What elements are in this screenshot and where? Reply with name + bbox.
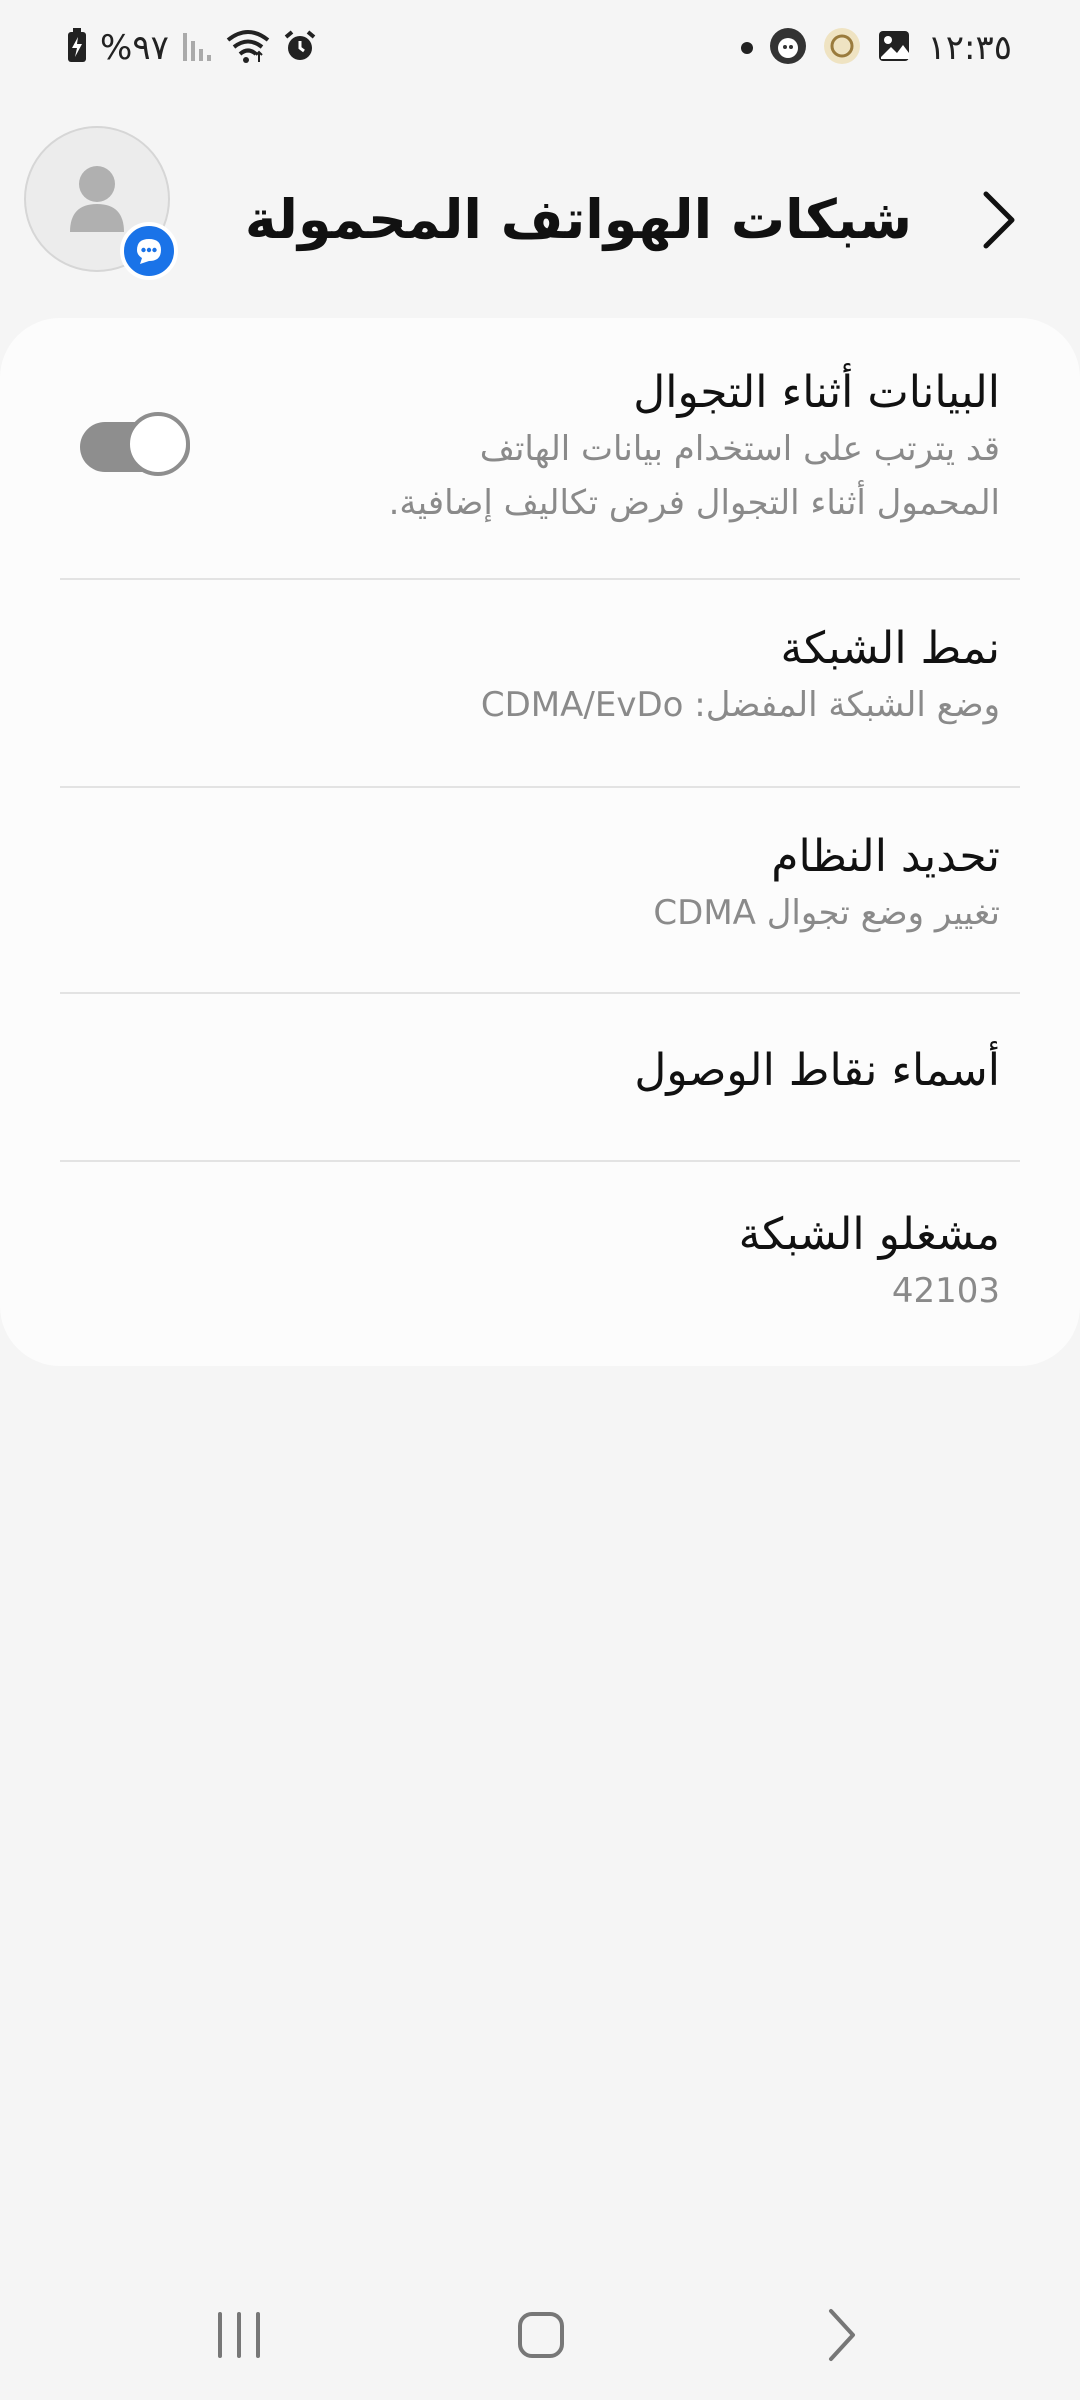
- wifi-icon: [225, 28, 271, 68]
- status-bar-left: %٩٧: [66, 26, 317, 70]
- chevron-right-icon: [829, 2309, 855, 2361]
- status-bar-right: ١٢:٣٥: [741, 26, 1012, 70]
- setting-subtitle: تغيير وضع تجوال CDMA: [653, 893, 1000, 933]
- setting-title: تحديد النظام: [771, 831, 1000, 882]
- setting-access-point-names[interactable]: أسماء نقاط الوصول: [60, 1042, 1020, 1100]
- image-icon: [877, 29, 911, 67]
- header: شبكات الهواتف المحمولة: [0, 120, 1080, 320]
- battery-percent: %٩٧: [100, 28, 169, 68]
- setting-title: مشغلو الشبكة: [738, 1209, 1000, 1260]
- clock: ١٢:٣٥: [927, 28, 1012, 68]
- setting-subtitle: قد يترتب على استخدام بيانات الهاتف المحم…: [388, 429, 1000, 523]
- setting-title: أسماء نقاط الوصول: [634, 1045, 1000, 1096]
- recent-apps-button[interactable]: [194, 2300, 284, 2370]
- divider: [60, 578, 1020, 580]
- setting-roaming-data[interactable]: البيانات أثناء التجوال قد يترتب على استخ…: [60, 364, 1020, 530]
- dot-icon: [741, 39, 754, 58]
- setting-title: نمط الشبكة: [780, 623, 1000, 674]
- profile-avatar[interactable]: [24, 126, 178, 280]
- battery-charging-icon: [66, 28, 88, 68]
- back-nav-button[interactable]: [796, 2300, 886, 2370]
- alarm-icon: [283, 29, 317, 67]
- settings-card: البيانات أثناء التجوال قد يترتب على استخ…: [0, 318, 1080, 1366]
- divider: [60, 786, 1020, 788]
- home-icon: [518, 2312, 564, 2358]
- navigation-bar: [0, 2270, 1080, 2400]
- setting-subtitle: وضع الشبكة المفضل: CDMA/EvDo: [480, 685, 1000, 725]
- message-badge-icon: [120, 222, 178, 280]
- chevron-right-icon: [983, 191, 1015, 249]
- divider: [60, 1160, 1020, 1162]
- roaming-data-toggle[interactable]: [80, 412, 190, 476]
- app-icon-2: [823, 27, 861, 69]
- toggle-thumb: [126, 412, 190, 476]
- status-bar: %٩٧ ١٢:٣٥: [0, 0, 1080, 96]
- setting-subtitle: 42103: [891, 1271, 1000, 1311]
- app-icon: [769, 27, 807, 69]
- home-button[interactable]: [496, 2300, 586, 2370]
- setting-network-mode[interactable]: نمط الشبكة وضع الشبكة المفضل: CDMA/EvDo: [60, 620, 1020, 732]
- back-button[interactable]: [962, 184, 1034, 256]
- recent-apps-icon: [218, 2312, 260, 2358]
- setting-system-select[interactable]: تحديد النظام تغيير وضع تجوال CDMA: [60, 828, 1020, 940]
- signal-icon: [181, 29, 213, 67]
- setting-network-operators[interactable]: مشغلو الشبكة 42103: [60, 1206, 1020, 1318]
- page-title: شبكات الهواتف المحمولة: [244, 188, 912, 251]
- setting-title: البيانات أثناء التجوال: [633, 367, 1000, 418]
- divider: [60, 992, 1020, 994]
